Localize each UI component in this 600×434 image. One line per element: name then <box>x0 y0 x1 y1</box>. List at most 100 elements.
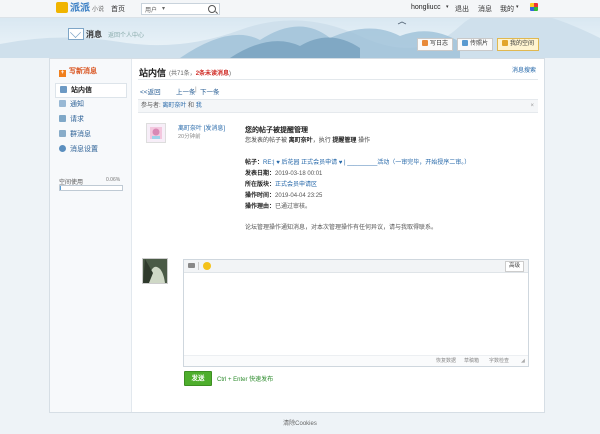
sidebar-item-group-messages[interactable]: 群消息 <box>55 128 125 141</box>
sender-avatar[interactable] <box>146 123 166 143</box>
sidebar-item-inbox[interactable]: 站内信 <box>55 83 127 98</box>
write-diary-label: 写日志 <box>430 41 449 47</box>
field-board: 所在版块：正式会员申请区 <box>245 179 317 188</box>
post-link[interactable]: RE:| ♥ 后花园 正式会员申请 ♥ | _________活动（一审完毕，开… <box>263 160 470 166</box>
mine-dropdown-icon[interactable]: ▾ <box>516 4 519 10</box>
username-link[interactable]: hongliucc <box>411 4 441 11</box>
photo-icon <box>462 40 468 46</box>
editor-footer: 恢复数据 草稿箱 字数检查 ◢ <box>184 355 528 366</box>
participant-link[interactable]: 离町奈叶 <box>162 103 186 109</box>
page-title: 消息 <box>86 30 102 39</box>
count-prefix: (共71条， <box>169 71 196 77</box>
sidebar-item-label: 站内信 <box>71 87 92 94</box>
field-operation-time: 操作时间：2019-04-04 23:25 <box>245 190 322 199</box>
my-space-button[interactable]: 我的空间 <box>497 38 540 51</box>
search-input[interactable] <box>168 4 208 13</box>
close-icon[interactable]: × <box>530 100 534 112</box>
message-subject: 您的帖子被提醒管理 <box>245 127 308 134</box>
envelope-icon <box>68 28 84 40</box>
reply-editor: 高级 恢复数据 草稿箱 字数检查 ◢ <box>183 259 529 367</box>
field-reason: 操作理由：已通过审核。 <box>245 201 311 210</box>
message-time: 20分钟前 <box>178 134 201 140</box>
send-message-link[interactable]: [发消息] <box>204 126 225 132</box>
mine-link[interactable]: 我的 <box>500 4 514 14</box>
resize-handle-icon[interactable]: ◢ <box>521 356 525 366</box>
search-icon[interactable] <box>208 5 216 13</box>
sender-info: 离町奈叶 [发消息] <box>178 123 225 132</box>
next-link[interactable]: 下一条 <box>200 86 220 96</box>
upload-photo-label: 传照片 <box>470 41 489 47</box>
plus-icon: + <box>59 70 66 77</box>
sidebar-item-message-settings[interactable]: 消息设置 <box>55 143 125 156</box>
sidebar-item-label: 消息设置 <box>70 146 98 153</box>
nav-home-link[interactable]: 首页 <box>111 4 125 14</box>
divider <box>138 79 538 80</box>
sidebar-item-requests[interactable]: 请求 <box>55 113 125 126</box>
editor-toolbar: 高级 <box>184 260 528 273</box>
font-icon[interactable] <box>188 263 195 268</box>
sidebar-item-notifications[interactable]: 通知 <box>55 98 125 111</box>
home-icon <box>502 40 508 46</box>
field-key: 帖子： <box>245 160 264 166</box>
intro-suffix: 操作 <box>358 138 371 144</box>
my-avatar[interactable] <box>142 258 168 284</box>
search-messages-link[interactable]: 消息搜索 <box>512 65 536 74</box>
new-message-label: 写新消息 <box>69 68 97 75</box>
send-shortcut-hint: Ctrl + Enter 快速发布 <box>217 377 274 383</box>
settings-icon <box>59 145 66 152</box>
emoji-icon[interactable] <box>203 262 211 270</box>
main-content: 站内信 (共71条，2条未读消息) 消息搜索 <<返回 上一条 | 下一条 参与… <box>132 59 544 412</box>
space-usage-bar <box>59 185 123 191</box>
logout-link[interactable]: 退出 <box>455 4 469 14</box>
drafts-link[interactable]: 草稿箱 <box>464 356 479 366</box>
search-box: 用户 ▾ <box>141 3 220 15</box>
message-intro: 您发表的帖子被 离町奈叶，执行 提醒管理 操作 <box>245 138 371 144</box>
write-diary-button[interactable]: 写日志 <box>417 38 454 51</box>
reply-textarea[interactable] <box>186 274 526 356</box>
field-value: 2019-04-04 23:25 <box>275 193 323 199</box>
search-scope-select[interactable]: 用户 <box>145 5 157 14</box>
upload-photo-button[interactable]: 传照片 <box>457 38 494 51</box>
messages-link[interactable]: 消息 <box>478 4 492 14</box>
participants-label: 参与者: <box>141 103 161 109</box>
sidebar-item-label: 通知 <box>70 101 84 108</box>
sidebar-item-label: 请求 <box>70 116 84 123</box>
intro-prefix: 您发表的帖子被 <box>245 138 288 144</box>
field-key: 所在版块： <box>245 182 276 188</box>
group-icon <box>59 130 66 137</box>
top-bar: 派派 小说 首页 用户 ▾ hongliucc ▾ 退出 消息 我的 ▾ <box>0 0 600 18</box>
app-switcher-icon[interactable] <box>530 3 538 11</box>
message-footnote: 论坛管理操作通知消息，对本次管理操作有任何异议，请与我取得联系。 <box>245 225 438 231</box>
field-key: 操作理由： <box>245 204 276 210</box>
back-link[interactable]: <<返回 <box>140 86 161 96</box>
back-to-profile-link[interactable]: 返回个人中心 <box>108 30 144 39</box>
chevron-down-icon[interactable]: ▾ <box>162 5 165 12</box>
field-value: 已通过审核。 <box>275 204 312 210</box>
field-value: 2019-03-18 00:01 <box>275 171 323 177</box>
username-dropdown-icon[interactable]: ▾ <box>446 4 449 10</box>
pager-separator: | <box>195 86 197 93</box>
new-message-button[interactable]: + 写新消息 <box>59 66 97 77</box>
participants-and: 和 <box>188 103 195 109</box>
previous-link[interactable]: 上一条 <box>176 86 196 96</box>
intro-actor: 离町奈叶 <box>288 138 313 144</box>
logo-subtext: 小说 <box>92 7 105 13</box>
clear-cookies-link[interactable]: 清除Cookies <box>0 418 600 427</box>
advanced-mode-button[interactable]: 高级 <box>504 261 524 272</box>
board-link[interactable]: 正式会员申请区 <box>275 182 317 188</box>
field-post-date: 发表日期：2019-03-18 00:01 <box>245 168 322 177</box>
send-button[interactable]: 发送 <box>184 371 212 386</box>
participants-bar: 参与者: 离町奈叶 和 我 × <box>138 99 538 113</box>
logo-mark-icon <box>56 2 68 13</box>
field-key: 发表日期： <box>245 171 276 177</box>
participant-link-me[interactable]: 我 <box>196 103 202 109</box>
logo-text: 派派 <box>70 3 90 14</box>
notice-icon <box>59 100 66 107</box>
toolbar-divider <box>198 262 199 270</box>
unread-count[interactable]: 2条未读消息 <box>196 71 229 77</box>
intro-action: 提醒管理 <box>332 138 357 144</box>
site-logo[interactable]: 派派 小说 <box>56 2 104 15</box>
content-panel: + 写新消息 站内信 通知 请求 群消息 消息设置 空间使用 0.06% 站内信 … <box>49 58 545 413</box>
restore-data-link[interactable]: 恢复数据 <box>436 356 456 366</box>
word-count-link[interactable]: 字数检查 <box>489 356 509 366</box>
